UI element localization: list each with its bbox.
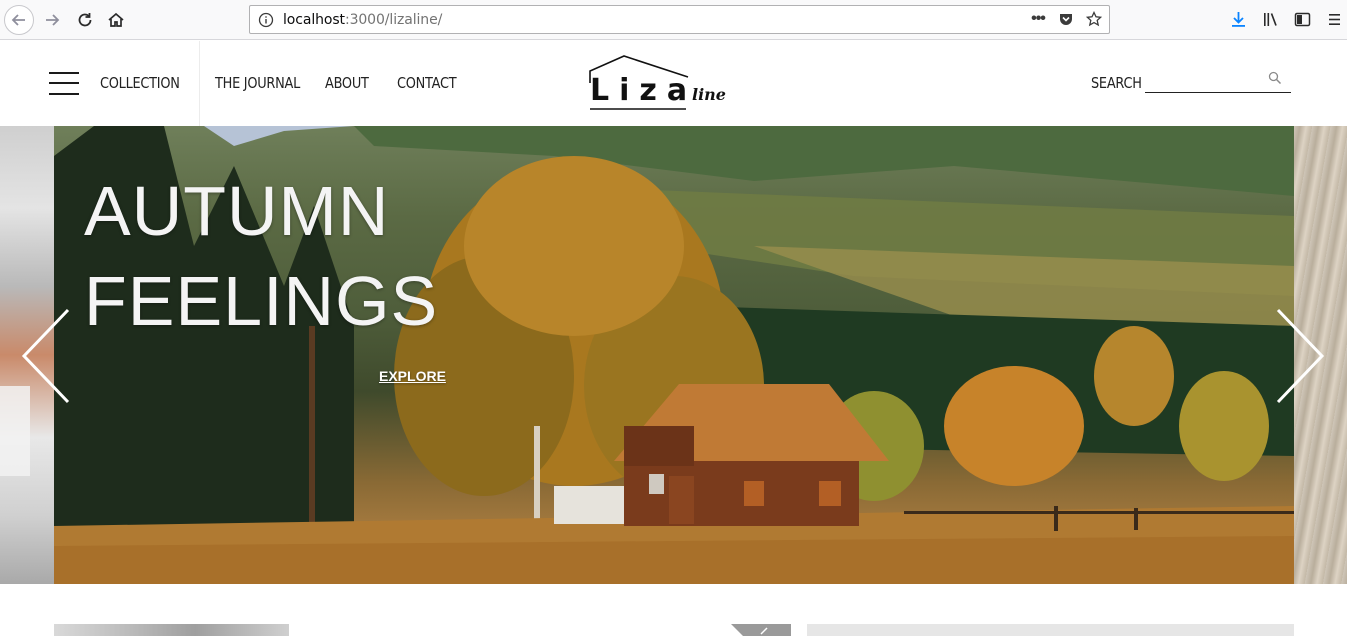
pocket-icon <box>1060 14 1072 25</box>
star-icon <box>1086 11 1102 27</box>
hero-slide: AUTUMN FEELINGS EXPLORE <box>54 126 1294 584</box>
site-logo[interactable]: Liza line <box>588 55 728 111</box>
home-icon <box>108 12 124 27</box>
page-actions-button[interactable]: ••• <box>1029 10 1047 28</box>
home-button[interactable] <box>101 5 131 35</box>
forward-button[interactable] <box>37 5 67 35</box>
sidebar-button[interactable] <box>1293 10 1311 28</box>
site-header: COLLECTION THE JOURNAL ABOUT CONTACT Liz… <box>0 41 1347 126</box>
menu-icon <box>1328 13 1340 25</box>
url-text[interactable]: localhost:3000/lizaline/ <box>283 12 442 28</box>
chevron-left-icon[interactable] <box>18 306 72 406</box>
logo-main-text: Liza <box>590 73 698 108</box>
search-label: SEARCH <box>1091 74 1142 92</box>
search-icon[interactable] <box>1268 71 1282 85</box>
url-path: :3000/lizaline/ <box>344 12 443 28</box>
browser-toolbar: localhost:3000/lizaline/ ••• <box>0 0 1347 40</box>
nav-divider <box>199 41 200 126</box>
chevron-right-icon[interactable] <box>1274 306 1328 406</box>
url-bar[interactable]: localhost:3000/lizaline/ ••• <box>249 5 1110 34</box>
back-button[interactable] <box>4 5 34 35</box>
url-host: localhost <box>283 12 345 28</box>
reload-button[interactable] <box>70 5 100 35</box>
logo-sub-text: line <box>692 85 726 104</box>
featured-image-peek <box>54 624 289 636</box>
nav-collection[interactable]: COLLECTION <box>100 74 180 92</box>
download-icon <box>1231 11 1245 27</box>
library-button[interactable] <box>1261 10 1279 28</box>
hamburger-menu-icon[interactable] <box>49 72 79 96</box>
explore-link[interactable]: EXPLORE <box>379 368 446 384</box>
hero-title-line1: AUTUMN <box>84 172 390 250</box>
toolbar-right <box>1229 10 1347 28</box>
url-actions: ••• <box>1029 10 1103 28</box>
downloads-button[interactable] <box>1229 10 1247 28</box>
corner-tab-icon <box>731 624 791 636</box>
featured-panel-peek <box>807 624 1294 636</box>
library-icon <box>1263 12 1277 26</box>
nav-contact[interactable]: CONTACT <box>397 74 457 92</box>
back-arrow-icon <box>11 14 25 26</box>
hero-title: AUTUMN FEELINGS <box>84 166 438 346</box>
info-icon[interactable] <box>258 12 274 28</box>
hero-slider: AUTUMN FEELINGS EXPLORE <box>0 126 1347 584</box>
menu-button[interactable] <box>1325 10 1343 28</box>
reload-icon <box>78 13 92 27</box>
sidebar-icon <box>1294 12 1310 26</box>
forward-arrow-icon <box>46 14 60 26</box>
nav-the-journal[interactable]: THE JOURNAL <box>215 74 300 92</box>
hero-title-line2: FEELINGS <box>84 262 439 340</box>
nav-about[interactable]: ABOUT <box>325 74 369 92</box>
pocket-button[interactable] <box>1057 10 1075 28</box>
bookmark-button[interactable] <box>1085 10 1103 28</box>
